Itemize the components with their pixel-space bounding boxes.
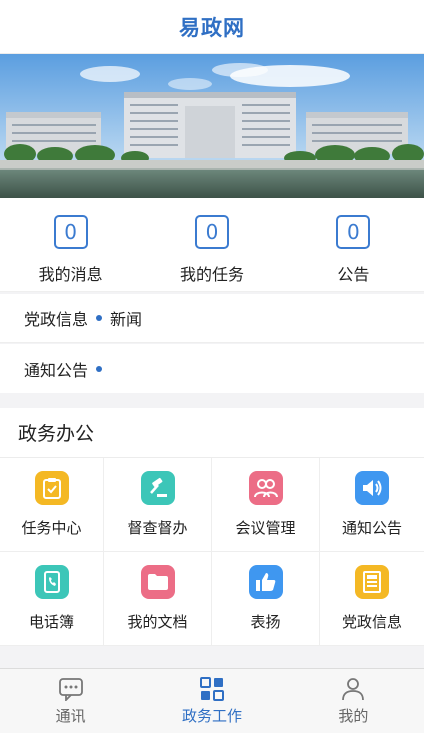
grid-item-label: 党政信息 bbox=[341, 613, 402, 631]
grid-item-praise[interactable]: 表扬 bbox=[212, 552, 320, 646]
bullet-dot-icon bbox=[96, 365, 103, 372]
news-document-icon bbox=[355, 565, 389, 599]
phone-book-icon bbox=[34, 565, 69, 599]
messages-label: 我的消息 bbox=[38, 265, 103, 284]
task-clipboard-icon bbox=[34, 471, 69, 505]
grid-item-notice[interactable]: 通知公告 bbox=[320, 458, 424, 552]
news-row-notice[interactable]: 通知公告 bbox=[0, 344, 424, 393]
banner-image[interactable] bbox=[0, 54, 424, 198]
tasks-label: 我的任务 bbox=[179, 265, 244, 284]
news-row-party-info[interactable]: 党政信息 新闻 bbox=[0, 294, 424, 343]
tab-messages[interactable]: 通讯 bbox=[0, 669, 141, 733]
grid-item-label: 任务中心 bbox=[21, 519, 82, 537]
thumbs-up-icon bbox=[248, 565, 283, 599]
grid-item-label: 电话簿 bbox=[28, 613, 74, 631]
grid-item-label: 表扬 bbox=[250, 613, 281, 631]
speaker-icon bbox=[355, 471, 389, 505]
news-row-label: 通知公告 bbox=[24, 360, 89, 380]
grid-item-label: 通知公告 bbox=[341, 519, 402, 537]
app-header: 易政网 bbox=[0, 0, 424, 54]
grid-item-supervision[interactable]: 督查督办 bbox=[104, 458, 212, 552]
meeting-people-icon bbox=[248, 471, 283, 505]
grid-item-label: 我的文档 bbox=[127, 613, 188, 631]
news-row-label: 党政信息 bbox=[24, 310, 89, 329]
tasks-count: 0 bbox=[194, 215, 229, 249]
announcements-label: 公告 bbox=[337, 265, 370, 284]
gavel-icon bbox=[140, 471, 175, 505]
news-row-text: 新闻 bbox=[110, 310, 143, 329]
grid-item-label: 督查督办 bbox=[127, 519, 188, 537]
grid-item-task-center[interactable]: 任务中心 bbox=[0, 458, 104, 552]
tab-label: 通讯 bbox=[55, 707, 86, 725]
grid-item-phone-book[interactable]: 电话簿 bbox=[0, 552, 104, 646]
app-title: 易政网 bbox=[179, 15, 245, 40]
bullet-dot-icon bbox=[96, 315, 103, 321]
tab-label: 政务工作 bbox=[181, 707, 242, 725]
grid-item-documents[interactable]: 我的文档 bbox=[104, 552, 212, 646]
stat-tasks[interactable]: 0 我的任务 bbox=[141, 198, 282, 291]
grid-item-party-info[interactable]: 党政信息 bbox=[320, 552, 424, 646]
messages-count: 0 bbox=[53, 215, 88, 249]
stat-messages[interactable]: 0 我的消息 bbox=[0, 198, 141, 291]
chat-bubble-icon bbox=[58, 678, 83, 701]
person-icon bbox=[342, 678, 365, 701]
announcements-count: 0 bbox=[336, 215, 371, 249]
tab-profile[interactable]: 我的 bbox=[283, 669, 424, 733]
tab-label: 我的 bbox=[338, 707, 369, 725]
section-title: 政务办公 bbox=[0, 408, 424, 458]
bottom-tab-bar: 通讯 政务工作 我的 bbox=[0, 668, 424, 733]
grid-item-meeting[interactable]: 会议管理 bbox=[212, 458, 320, 552]
grid-item-label: 会议管理 bbox=[235, 519, 296, 537]
stats-row: 0 我的消息 0 我的任务 0 公告 bbox=[0, 198, 424, 292]
grid-apps-icon bbox=[199, 677, 224, 701]
office-section: 政务办公 任务中心 督查督办 会议管理 通知公告 电话簿 我的文档 表扬 党政信… bbox=[0, 408, 424, 646]
office-grid: 任务中心 督查督办 会议管理 通知公告 电话簿 我的文档 表扬 党政信息 bbox=[0, 458, 424, 646]
stat-announcements[interactable]: 0 公告 bbox=[283, 198, 424, 291]
folder-icon bbox=[140, 565, 175, 599]
tab-gov-work[interactable]: 政务工作 bbox=[141, 669, 282, 733]
